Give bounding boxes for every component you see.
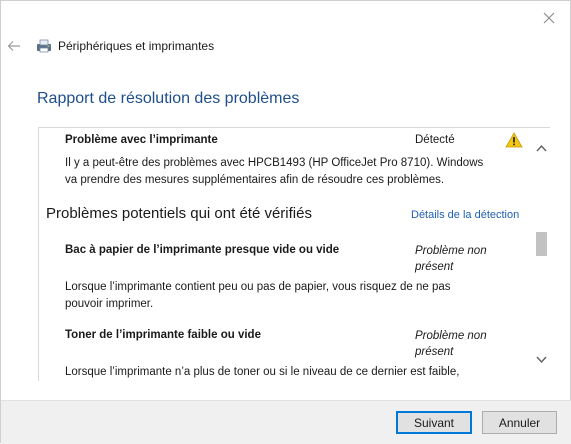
main-issue-title: Problème avec l’imprimante xyxy=(65,134,218,146)
report-content: Problème avec l’imprimante Détecté Il y … xyxy=(39,128,534,381)
detection-details-link[interactable]: Détails de la détection xyxy=(411,209,519,221)
scroll-thumb[interactable] xyxy=(536,232,547,256)
check-title: Bac à papier de l’imprimante presque vid… xyxy=(65,244,340,256)
button-bar: Suivant Annuler xyxy=(1,400,571,444)
back-button[interactable] xyxy=(7,39,21,53)
breadcrumb: Périphériques et imprimantes xyxy=(36,39,214,53)
main-issue-description-line2: va prendre des mesures supplémentaires a… xyxy=(65,174,445,186)
breadcrumb-label: Périphériques et imprimantes xyxy=(58,39,215,53)
vertical-scrollbar[interactable] xyxy=(533,128,550,381)
scroll-up-arrow-icon[interactable] xyxy=(535,142,548,155)
report-panel: Problème avec l’imprimante Détecté Il y … xyxy=(38,127,550,381)
check-description-line1: Lorsque l’imprimante n’a plus de toner o… xyxy=(65,366,460,378)
cancel-button[interactable]: Annuler xyxy=(482,411,557,434)
check-description-line2: pouvoir imprimer. xyxy=(65,298,154,310)
main-issue-description-line1: Il y a peut-être des problèmes avec HPCB… xyxy=(65,157,484,169)
next-button[interactable]: Suivant xyxy=(396,411,472,434)
check-title: Toner de l’imprimante faible ou vide xyxy=(65,329,261,341)
scroll-down-arrow-icon[interactable] xyxy=(535,353,548,366)
main-issue-status: Détecté xyxy=(415,134,455,146)
section-heading: Problèmes potentiels qui ont été vérifié… xyxy=(46,205,312,222)
close-icon xyxy=(543,12,555,24)
close-button[interactable] xyxy=(540,9,558,27)
troubleshooter-window: Périphériques et imprimantes Rapport de … xyxy=(0,0,571,444)
back-arrow-icon xyxy=(7,41,20,51)
printer-device-icon xyxy=(37,39,51,53)
check-status-line1: Problème non xyxy=(415,245,487,257)
check-description-line1: Lorsque l’imprimante contient peu ou pas… xyxy=(65,281,451,293)
check-status-line1: Problème non xyxy=(415,330,487,342)
page-title: Rapport de résolution des problèmes xyxy=(37,90,300,107)
check-status-line2: présent xyxy=(415,261,454,273)
check-status-line2: présent xyxy=(415,346,454,358)
warning-icon xyxy=(505,132,523,148)
